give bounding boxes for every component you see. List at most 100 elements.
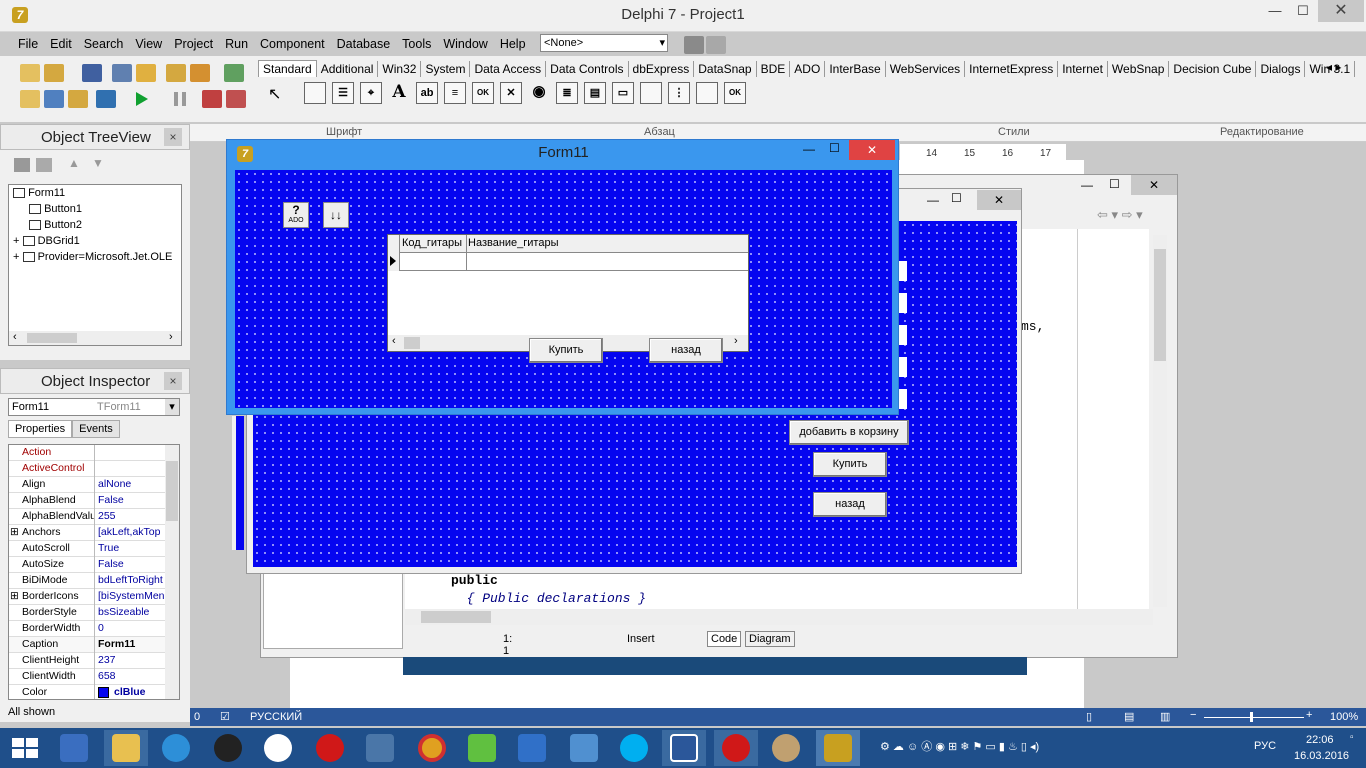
taskbar-paint[interactable] [764,730,808,766]
tab-interbase[interactable]: InterBase [825,61,886,77]
save-icon[interactable] [82,64,102,82]
editor-horizontal-scrollbar[interactable] [405,609,1153,625]
panel-icon[interactable] [696,82,718,104]
editor-maximize-button[interactable]: ☐ [1109,177,1120,191]
tree-node[interactable]: + DBGrid1 [13,235,80,247]
zoom-slider[interactable] [1204,717,1304,718]
tab-additional[interactable]: Additional [317,61,379,77]
property-row[interactable]: Action [9,445,179,461]
tab-data-access[interactable]: Data Access [470,61,547,77]
close-button[interactable]: ✕ [1318,0,1364,22]
view-form-icon[interactable] [44,90,64,108]
tab-win32[interactable]: Win32 [378,61,422,77]
expand-icon[interactable]: + [13,235,19,247]
tab-diagram[interactable]: Diagram [745,631,795,647]
property-row[interactable]: BiDiMode bdLeftToRight [9,573,179,589]
taskbar-media[interactable] [206,730,250,766]
add-file-icon[interactable] [166,64,186,82]
property-row[interactable]: ⊞ BorderIcons [biSystemMen [9,589,179,605]
property-row[interactable]: Color clBlue [9,685,179,699]
property-value[interactable]: True [97,541,167,557]
property-row[interactable]: AlphaBlendValu 255 [9,509,179,525]
tab-system[interactable]: System [421,61,471,77]
object-selector[interactable]: Form11 TForm11 ▾ [8,398,180,416]
trace-into-icon[interactable] [202,90,222,108]
taskbar-sound[interactable] [562,730,606,766]
property-value[interactable]: 0 [97,621,167,637]
property-value[interactable]: 658 [97,669,167,685]
property-value[interactable] [97,461,167,477]
menu-component[interactable]: Component [254,34,331,54]
help-contents-icon[interactable] [224,64,244,82]
tab-events[interactable]: Events [72,420,120,438]
clock-time[interactable]: 22:06 [1306,734,1334,746]
tab-bde[interactable]: BDE [757,61,791,77]
tree-node[interactable]: Button1 [29,203,82,215]
taskbar-mail[interactable] [510,730,554,766]
property-row[interactable]: Caption Form11 [9,637,179,653]
form11-minimize-button[interactable]: — [803,142,815,156]
tab-properties[interactable]: Properties [8,420,73,438]
view-unit-icon[interactable] [20,90,40,108]
menu-tools[interactable]: Tools [396,34,437,54]
new-item-icon[interactable] [14,158,30,172]
notifications-icon[interactable]: ▫ [1350,732,1354,743]
property-row[interactable]: AutoSize False [9,557,179,573]
menu-file[interactable]: File [12,34,44,54]
tab-standard[interactable]: Standard [258,60,317,77]
read-mode-icon[interactable]: ▯ [1086,710,1092,723]
set-debug-desktop-icon[interactable] [706,36,726,54]
print-layout-icon[interactable]: ▤ [1124,710,1134,723]
tab-dialogs[interactable]: Dialogs [1256,61,1306,77]
taskbar-skype[interactable] [612,730,656,766]
pointer-icon[interactable]: ↖ [268,84,281,104]
tab-data-controls[interactable]: Data Controls [546,61,629,77]
property-value[interactable] [97,445,167,461]
form2-maximize-button[interactable]: ☐ [951,191,962,205]
radiobutton-icon[interactable]: ◉ [528,82,550,104]
label-icon[interactable]: A [388,82,410,104]
buy-button[interactable]: Купить [529,338,603,363]
zoom-out-icon[interactable]: − [1190,709,1196,721]
scrollbar-icon[interactable]: ▭ [612,82,634,104]
maximize-button[interactable]: ☐ [1288,0,1318,22]
ado-connection-icon[interactable]: ? ADO [283,202,309,228]
taskbar-chrome[interactable] [410,730,454,766]
editor-close-button[interactable]: ✕ [1131,175,1177,195]
menu-database[interactable]: Database [331,34,397,54]
edit-icon[interactable]: ab [416,82,438,104]
checkbox-icon[interactable]: ✕ [500,82,522,104]
save-desktop-icon[interactable] [684,36,704,54]
menu-help[interactable]: Help [494,34,532,54]
tab-websnap[interactable]: WebSnap [1108,61,1170,77]
step-over-icon[interactable] [226,90,246,108]
treeview-scrollbar[interactable]: ‹ › [9,331,181,345]
web-layout-icon[interactable]: ▥ [1160,710,1170,723]
new-icon[interactable] [20,64,40,82]
taskbar-vk[interactable] [358,730,402,766]
palette-scroll-arrows[interactable]: ◂ ▸ [1326,60,1341,74]
inspector-close-icon[interactable]: × [164,372,182,390]
tab-internetexpress[interactable]: InternetExpress [965,61,1059,77]
memo-icon[interactable]: ≡ [444,82,466,104]
run-icon[interactable] [136,92,148,106]
property-row[interactable]: ClientWidth 658 [9,669,179,685]
tray-icons[interactable]: ⚙ ☁ ☺ Ⓐ ◉ ⊞ ❄ ⚑ ▭ ▮ ♨ ▯ ◂) [880,738,1039,754]
input-language[interactable]: РУС [1254,740,1276,752]
tab-internet[interactable]: Internet [1058,61,1108,77]
tab-webservices[interactable]: WebServices [886,61,966,77]
clock-date[interactable]: 16.03.2016 [1294,750,1349,762]
tab-code[interactable]: Code [707,631,742,647]
add-to-cart-button[interactable]: добавить в корзину [789,420,909,445]
nav-back-forward-icon[interactable]: ⇦ ▾ ⇨ ▾ [1097,207,1143,223]
editor-vertical-scrollbar[interactable] [1153,235,1167,607]
taskbar-hp[interactable] [256,730,300,766]
taskbar-app-launcher[interactable] [52,730,96,766]
property-row[interactable]: ⊞ Anchors [akLeft,akTop [9,525,179,541]
tree-node[interactable]: Form11 [13,187,65,199]
chevron-down-icon[interactable]: ▾ [165,399,179,415]
form2-minimize-button[interactable]: — [927,193,939,207]
form11-maximize-button[interactable]: ☐ [829,141,840,155]
form2-back-button[interactable]: назад [813,492,887,517]
zoom-in-icon[interactable]: + [1306,709,1312,721]
